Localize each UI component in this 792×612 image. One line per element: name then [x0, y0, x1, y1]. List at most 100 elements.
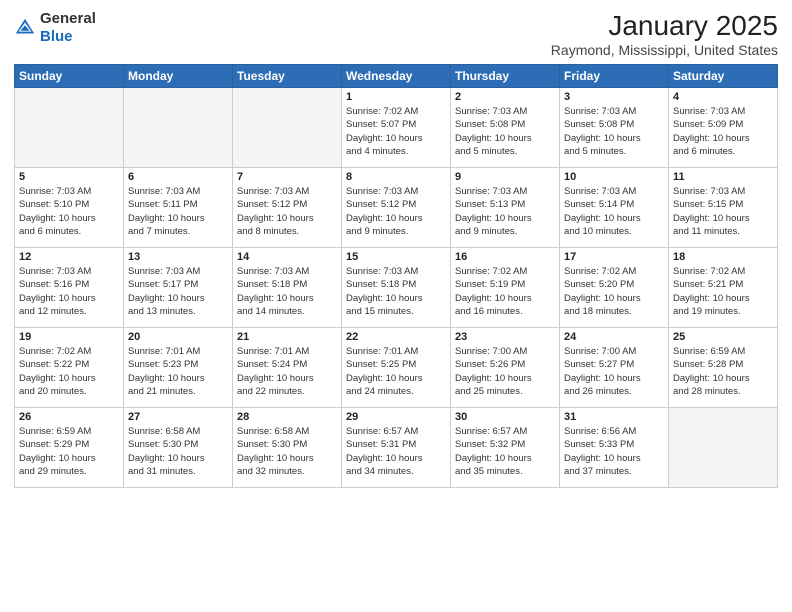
day-number: 10: [564, 171, 664, 183]
day-number: 6: [128, 171, 228, 183]
day-info: Sunrise: 7:00 AM Sunset: 5:27 PM Dayligh…: [564, 345, 664, 398]
calendar-cell: 10 Sunrise: 7:03 AM Sunset: 5:14 PM Dayli…: [560, 168, 669, 248]
day-info: Sunrise: 7:03 AM Sunset: 5:11 PM Dayligh…: [128, 185, 228, 238]
calendar-cell: 3 Sunrise: 7:03 AM Sunset: 5:08 PM Daylig…: [560, 88, 669, 168]
logo-text: General Blue: [40, 10, 96, 46]
calendar-cell: 15 Sunrise: 7:03 AM Sunset: 5:18 PM Dayli…: [342, 248, 451, 328]
day-number: 23: [455, 331, 555, 343]
title-block: January 2025 Raymond, Mississippi, Unite…: [551, 10, 778, 58]
day-info: Sunrise: 7:03 AM Sunset: 5:18 PM Dayligh…: [237, 265, 337, 318]
calendar-cell: 1Sunrise: 7:02 AM Sunset: 5:07 PM Daylig…: [342, 88, 451, 168]
day-info: Sunrise: 7:03 AM Sunset: 5:12 PM Dayligh…: [346, 185, 446, 238]
calendar-cell: 20Sunrise: 7:01 AM Sunset: 5:23 PM Dayli…: [124, 328, 233, 408]
calendar-week-row: 5Sunrise: 7:03 AM Sunset: 5:10 PM Daylig…: [15, 168, 778, 248]
calendar-cell: 4 Sunrise: 7:03 AM Sunset: 5:09 PM Daylig…: [669, 88, 778, 168]
page-subtitle: Raymond, Mississippi, United States: [551, 42, 778, 58]
calendar-header-row: SundayMondayTuesdayWednesdayThursdayFrid…: [15, 65, 778, 88]
calendar-cell: 12 Sunrise: 7:03 AM Sunset: 5:16 PM Dayli…: [15, 248, 124, 328]
day-info: Sunrise: 7:03 AM Sunset: 5:18 PM Dayligh…: [346, 265, 446, 318]
day-number: 2: [455, 91, 555, 103]
calendar-header-sunday: Sunday: [15, 65, 124, 88]
day-number: 28: [237, 411, 337, 423]
calendar-cell: 26Sunrise: 6:59 AM Sunset: 5:29 PM Dayli…: [15, 408, 124, 488]
day-number: 12: [19, 251, 119, 263]
calendar-header-thursday: Thursday: [451, 65, 560, 88]
day-info: Sunrise: 7:02 AM Sunset: 5:19 PM Dayligh…: [455, 265, 555, 318]
day-number: 9: [455, 171, 555, 183]
calendar-page: General Blue January 2025 Raymond, Missi…: [0, 0, 792, 612]
day-info: Sunrise: 7:03 AM Sunset: 5:09 PM Dayligh…: [673, 105, 773, 158]
calendar-week-row: 1Sunrise: 7:02 AM Sunset: 5:07 PM Daylig…: [15, 88, 778, 168]
day-info: Sunrise: 7:02 AM Sunset: 5:22 PM Dayligh…: [19, 345, 119, 398]
calendar-cell: [15, 88, 124, 168]
day-info: Sunrise: 7:02 AM Sunset: 5:21 PM Dayligh…: [673, 265, 773, 318]
calendar-header-tuesday: Tuesday: [233, 65, 342, 88]
day-number: 20: [128, 331, 228, 343]
logo: General Blue: [14, 10, 96, 46]
day-info: Sunrise: 6:58 AM Sunset: 5:30 PM Dayligh…: [237, 425, 337, 478]
day-number: 5: [19, 171, 119, 183]
day-info: Sunrise: 7:03 AM Sunset: 5:16 PM Dayligh…: [19, 265, 119, 318]
calendar-header-monday: Monday: [124, 65, 233, 88]
calendar-cell: 11Sunrise: 7:03 AM Sunset: 5:15 PM Dayli…: [669, 168, 778, 248]
day-number: 15: [346, 251, 446, 263]
day-info: Sunrise: 6:58 AM Sunset: 5:30 PM Dayligh…: [128, 425, 228, 478]
day-info: Sunrise: 7:02 AM Sunset: 5:20 PM Dayligh…: [564, 265, 664, 318]
day-number: 21: [237, 331, 337, 343]
day-number: 29: [346, 411, 446, 423]
calendar-cell: 6 Sunrise: 7:03 AM Sunset: 5:11 PM Daylig…: [124, 168, 233, 248]
calendar-cell: 13 Sunrise: 7:03 AM Sunset: 5:17 PM Dayli…: [124, 248, 233, 328]
day-info: Sunrise: 7:03 AM Sunset: 5:17 PM Dayligh…: [128, 265, 228, 318]
day-info: Sunrise: 7:03 AM Sunset: 5:13 PM Dayligh…: [455, 185, 555, 238]
day-number: 16: [455, 251, 555, 263]
calendar-cell: 8Sunrise: 7:03 AM Sunset: 5:12 PM Daylig…: [342, 168, 451, 248]
day-info: Sunrise: 7:03 AM Sunset: 5:08 PM Dayligh…: [455, 105, 555, 158]
day-number: 3: [564, 91, 664, 103]
day-info: Sunrise: 6:57 AM Sunset: 5:32 PM Dayligh…: [455, 425, 555, 478]
calendar-table: SundayMondayTuesdayWednesdayThursdayFrid…: [14, 64, 778, 488]
day-number: 1: [346, 91, 446, 103]
calendar-cell: 5Sunrise: 7:03 AM Sunset: 5:10 PM Daylig…: [15, 168, 124, 248]
calendar-cell: 31Sunrise: 6:56 AM Sunset: 5:33 PM Dayli…: [560, 408, 669, 488]
calendar-cell: 27 Sunrise: 6:58 AM Sunset: 5:30 PM Dayli…: [124, 408, 233, 488]
day-info: Sunrise: 6:57 AM Sunset: 5:31 PM Dayligh…: [346, 425, 446, 478]
calendar-header-saturday: Saturday: [669, 65, 778, 88]
logo-icon: [14, 17, 36, 39]
day-number: 13: [128, 251, 228, 263]
day-info: Sunrise: 7:03 AM Sunset: 5:12 PM Dayligh…: [237, 185, 337, 238]
day-info: Sunrise: 7:01 AM Sunset: 5:25 PM Dayligh…: [346, 345, 446, 398]
day-number: 25: [673, 331, 773, 343]
calendar-cell: 7Sunrise: 7:03 AM Sunset: 5:12 PM Daylig…: [233, 168, 342, 248]
calendar-cell: 18Sunrise: 7:02 AM Sunset: 5:21 PM Dayli…: [669, 248, 778, 328]
day-number: 14: [237, 251, 337, 263]
calendar-cell: [669, 408, 778, 488]
calendar-cell: 16 Sunrise: 7:02 AM Sunset: 5:19 PM Dayli…: [451, 248, 560, 328]
calendar-cell: 25 Sunrise: 6:59 AM Sunset: 5:28 PM Dayli…: [669, 328, 778, 408]
day-number: 17: [564, 251, 664, 263]
calendar-week-row: 26Sunrise: 6:59 AM Sunset: 5:29 PM Dayli…: [15, 408, 778, 488]
day-info: Sunrise: 7:03 AM Sunset: 5:08 PM Dayligh…: [564, 105, 664, 158]
calendar-cell: 9 Sunrise: 7:03 AM Sunset: 5:13 PM Daylig…: [451, 168, 560, 248]
calendar-cell: 14 Sunrise: 7:03 AM Sunset: 5:18 PM Dayli…: [233, 248, 342, 328]
page-title: January 2025: [551, 10, 778, 42]
calendar-cell: 2 Sunrise: 7:03 AM Sunset: 5:08 PM Daylig…: [451, 88, 560, 168]
day-info: Sunrise: 6:59 AM Sunset: 5:29 PM Dayligh…: [19, 425, 119, 478]
day-info: Sunrise: 6:59 AM Sunset: 5:28 PM Dayligh…: [673, 345, 773, 398]
calendar-cell: 22Sunrise: 7:01 AM Sunset: 5:25 PM Dayli…: [342, 328, 451, 408]
day-info: Sunrise: 7:03 AM Sunset: 5:15 PM Dayligh…: [673, 185, 773, 238]
day-number: 24: [564, 331, 664, 343]
day-info: Sunrise: 7:01 AM Sunset: 5:24 PM Dayligh…: [237, 345, 337, 398]
day-number: 19: [19, 331, 119, 343]
day-number: 27: [128, 411, 228, 423]
calendar-header-friday: Friday: [560, 65, 669, 88]
day-number: 4: [673, 91, 773, 103]
calendar-cell: [233, 88, 342, 168]
calendar-cell: 23 Sunrise: 7:00 AM Sunset: 5:26 PM Dayli…: [451, 328, 560, 408]
calendar-week-row: 12 Sunrise: 7:03 AM Sunset: 5:16 PM Dayli…: [15, 248, 778, 328]
day-info: Sunrise: 7:00 AM Sunset: 5:26 PM Dayligh…: [455, 345, 555, 398]
page-header: General Blue January 2025 Raymond, Missi…: [14, 10, 778, 58]
calendar-cell: [124, 88, 233, 168]
calendar-cell: 30Sunrise: 6:57 AM Sunset: 5:32 PM Dayli…: [451, 408, 560, 488]
day-info: Sunrise: 7:03 AM Sunset: 5:14 PM Dayligh…: [564, 185, 664, 238]
day-number: 31: [564, 411, 664, 423]
